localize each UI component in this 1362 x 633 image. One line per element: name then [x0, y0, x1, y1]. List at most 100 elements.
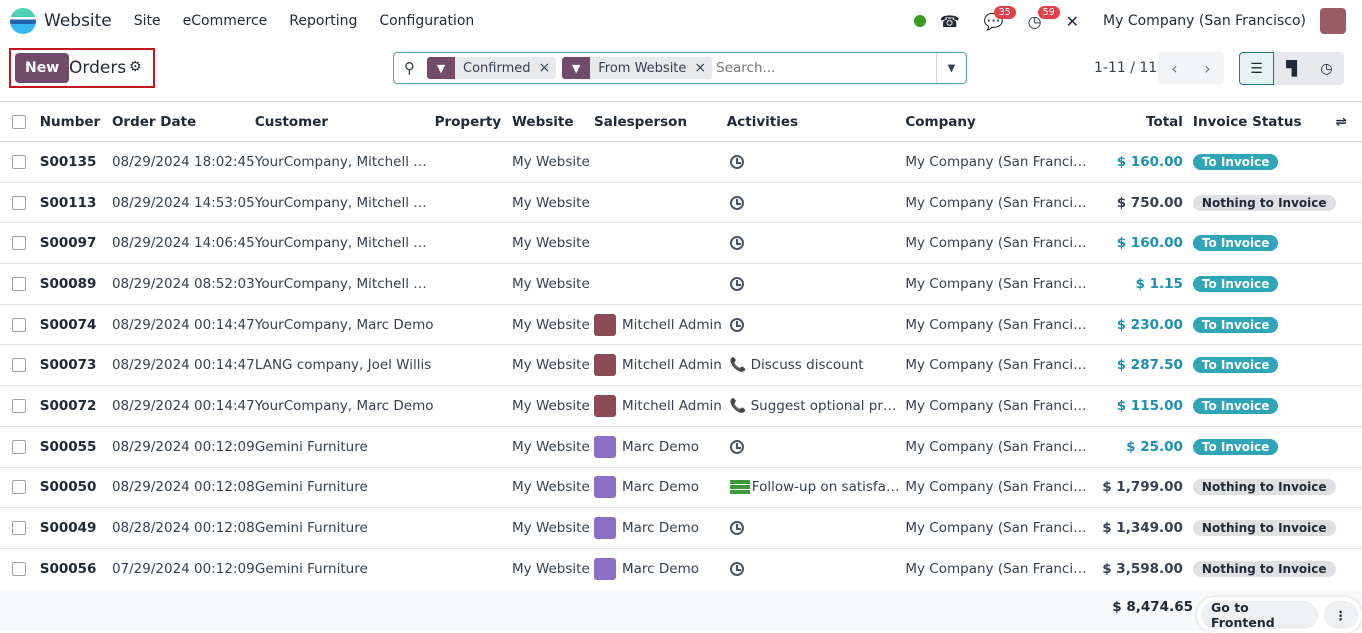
table-row[interactable]: S00056 07/29/2024 00:12:09 Gemini Furnitur…	[0, 548, 1362, 590]
activities-cell: 📞 Suggest optional pr…	[726, 385, 906, 427]
todo-activity-icon[interactable]	[729, 480, 750, 495]
table-row[interactable]: S00049 08/28/2024 00:12:08 Gemini Furnitur…	[0, 507, 1362, 549]
col-total[interactable]: Total	[1086, 101, 1183, 142]
remove-facet-icon[interactable]: ×	[539, 60, 557, 76]
row-checkbox[interactable]	[12, 154, 26, 169]
company-switcher[interactable]: My Company (San Francisco)	[1103, 13, 1306, 29]
status-dot-icon[interactable]	[913, 15, 926, 27]
invoice-status-badge: To Invoice	[1192, 153, 1279, 170]
col-salesperson[interactable]: Salesperson	[594, 101, 727, 142]
col-order-date[interactable]: Order Date	[111, 101, 255, 142]
customer: LANG company, Joel Willis	[254, 344, 435, 387]
row-checkbox[interactable]	[12, 439, 26, 454]
salesperson-avatar	[594, 394, 616, 417]
property	[434, 182, 513, 224]
table-row[interactable]: S00050 08/29/2024 00:12:08 Gemini Furnitur…	[0, 467, 1362, 509]
activity-summary[interactable]: Discuss discount	[751, 357, 864, 373]
row-checkbox[interactable]	[12, 195, 26, 210]
row-checkbox[interactable]	[12, 276, 26, 291]
highlight-box: New Orders ⚙	[9, 48, 155, 88]
new-button[interactable]: New	[15, 53, 70, 83]
activity-view-button[interactable]: ◷	[1309, 52, 1344, 85]
company: My Company (San Franci…	[905, 222, 1087, 265]
row-checkbox[interactable]	[12, 236, 26, 251]
activities-clock-icon[interactable]: ◷ 59	[1028, 5, 1060, 31]
table-row[interactable]: S00073 08/29/2024 00:14:47 LANG company, J…	[0, 344, 1362, 387]
messages-icon[interactable]: 💬 35	[984, 5, 1016, 31]
menu-ecommerce[interactable]: eCommerce	[183, 13, 268, 29]
table-row[interactable]: S00074 08/29/2024 00:14:47 YourCompany, Ma…	[0, 304, 1362, 346]
col-invoice-status[interactable]: Invoice Status	[1182, 101, 1336, 142]
row-checkbox[interactable]	[12, 561, 26, 576]
menu-reporting[interactable]: Reporting	[289, 13, 357, 29]
remove-facet-icon[interactable]: ×	[694, 60, 712, 76]
facet-from-website: ▼ From Website ×	[562, 57, 713, 79]
total: $ 25.00	[1086, 426, 1183, 468]
activities-cell	[726, 141, 906, 183]
table-row[interactable]: S00089 08/29/2024 08:52:03 YourCompany, Mi…	[0, 263, 1362, 305]
frontend-widget: Go to Frontend ⋮	[1197, 597, 1362, 633]
activity-summary[interactable]: Follow-up on satisfa…	[752, 479, 900, 495]
col-property[interactable]: Property	[434, 101, 513, 142]
col-number[interactable]: Number	[39, 101, 112, 142]
search-input[interactable]	[716, 60, 936, 76]
activity-clock-icon[interactable]	[729, 236, 744, 251]
col-website[interactable]: Website	[512, 101, 594, 142]
invoice-status-badge: To Invoice	[1192, 316, 1279, 333]
total: $ 287.50	[1086, 344, 1183, 387]
activity-clock-icon[interactable]	[729, 439, 744, 454]
pager-next-button[interactable]: ›	[1191, 52, 1224, 84]
table-row[interactable]: S00135 08/29/2024 18:02:45 YourCompany, Mi…	[0, 141, 1362, 183]
col-company[interactable]: Company	[905, 101, 1087, 142]
phone-activity-icon[interactable]: 📞	[730, 398, 747, 414]
activity-clock-icon[interactable]	[729, 276, 744, 291]
row-checkbox[interactable]	[12, 398, 26, 413]
activities-cell: Follow-up on satisfa…	[726, 467, 906, 509]
row-checkbox[interactable]	[12, 317, 26, 332]
optional-columns-icon[interactable]: ⇌	[1335, 101, 1362, 142]
activity-clock-icon[interactable]	[729, 195, 744, 210]
list-view-button[interactable]: ☰	[1239, 52, 1274, 85]
more-options-icon[interactable]: ⋮	[1323, 601, 1358, 629]
search-options-dropdown[interactable]: ▼	[936, 53, 966, 83]
table-row[interactable]: S00072 08/29/2024 00:14:47 YourCompany, Ma…	[0, 385, 1362, 427]
order-number: S00050	[39, 467, 112, 509]
salesperson: Marc Demo	[622, 560, 699, 577]
order-number: S00089	[39, 263, 112, 305]
phone-activity-icon[interactable]: 📞	[730, 357, 747, 373]
phone-icon[interactable]: ☎	[940, 12, 960, 31]
activity-summary[interactable]: Suggest optional pr…	[751, 398, 897, 414]
row-checkbox[interactable]	[12, 480, 26, 495]
activity-clock-icon[interactable]	[729, 561, 744, 576]
salesperson-cell	[594, 263, 727, 305]
activity-clock-icon[interactable]	[729, 521, 744, 536]
app-name[interactable]: Website	[44, 11, 112, 31]
search-icon: ⚲	[404, 59, 415, 77]
col-customer[interactable]: Customer	[254, 101, 435, 142]
activities-cell	[726, 222, 906, 265]
menu-configuration[interactable]: Configuration	[379, 13, 474, 29]
menu-site[interactable]: Site	[134, 13, 161, 29]
website-app-logo[interactable]	[10, 8, 36, 34]
table-row[interactable]: S00097 08/29/2024 14:06:45 YourCompany, Mi…	[0, 222, 1362, 265]
row-checkbox[interactable]	[12, 358, 26, 373]
pager-value[interactable]: 1-11 / 11	[1094, 60, 1157, 76]
activity-clock-icon[interactable]	[729, 317, 744, 332]
kanban-view-button[interactable]: ▜	[1274, 52, 1309, 85]
pager-previous-button[interactable]: ‹	[1158, 52, 1191, 84]
salesperson: Mitchell Admin	[622, 357, 722, 374]
table-row[interactable]: S00055 08/29/2024 00:12:09 Gemini Furnitur…	[0, 426, 1362, 468]
activity-clock-icon[interactable]	[729, 154, 744, 169]
total: $ 750.00	[1086, 182, 1183, 224]
select-all-checkbox[interactable]	[12, 114, 26, 129]
col-activities[interactable]: Activities	[726, 101, 906, 142]
gear-icon[interactable]: ⚙	[129, 59, 142, 75]
total: $ 1.15	[1086, 263, 1183, 305]
total: $ 160.00	[1086, 222, 1183, 265]
user-avatar[interactable]	[1320, 8, 1346, 34]
row-checkbox[interactable]	[12, 521, 26, 536]
table-row[interactable]: S00113 08/29/2024 14:53:05 YourCompany, Mi…	[0, 182, 1362, 224]
go-to-frontend-button[interactable]: Go to Frontend	[1201, 600, 1318, 630]
salesperson-cell	[594, 222, 727, 265]
debug-tools-icon[interactable]: ✕	[1066, 12, 1079, 31]
